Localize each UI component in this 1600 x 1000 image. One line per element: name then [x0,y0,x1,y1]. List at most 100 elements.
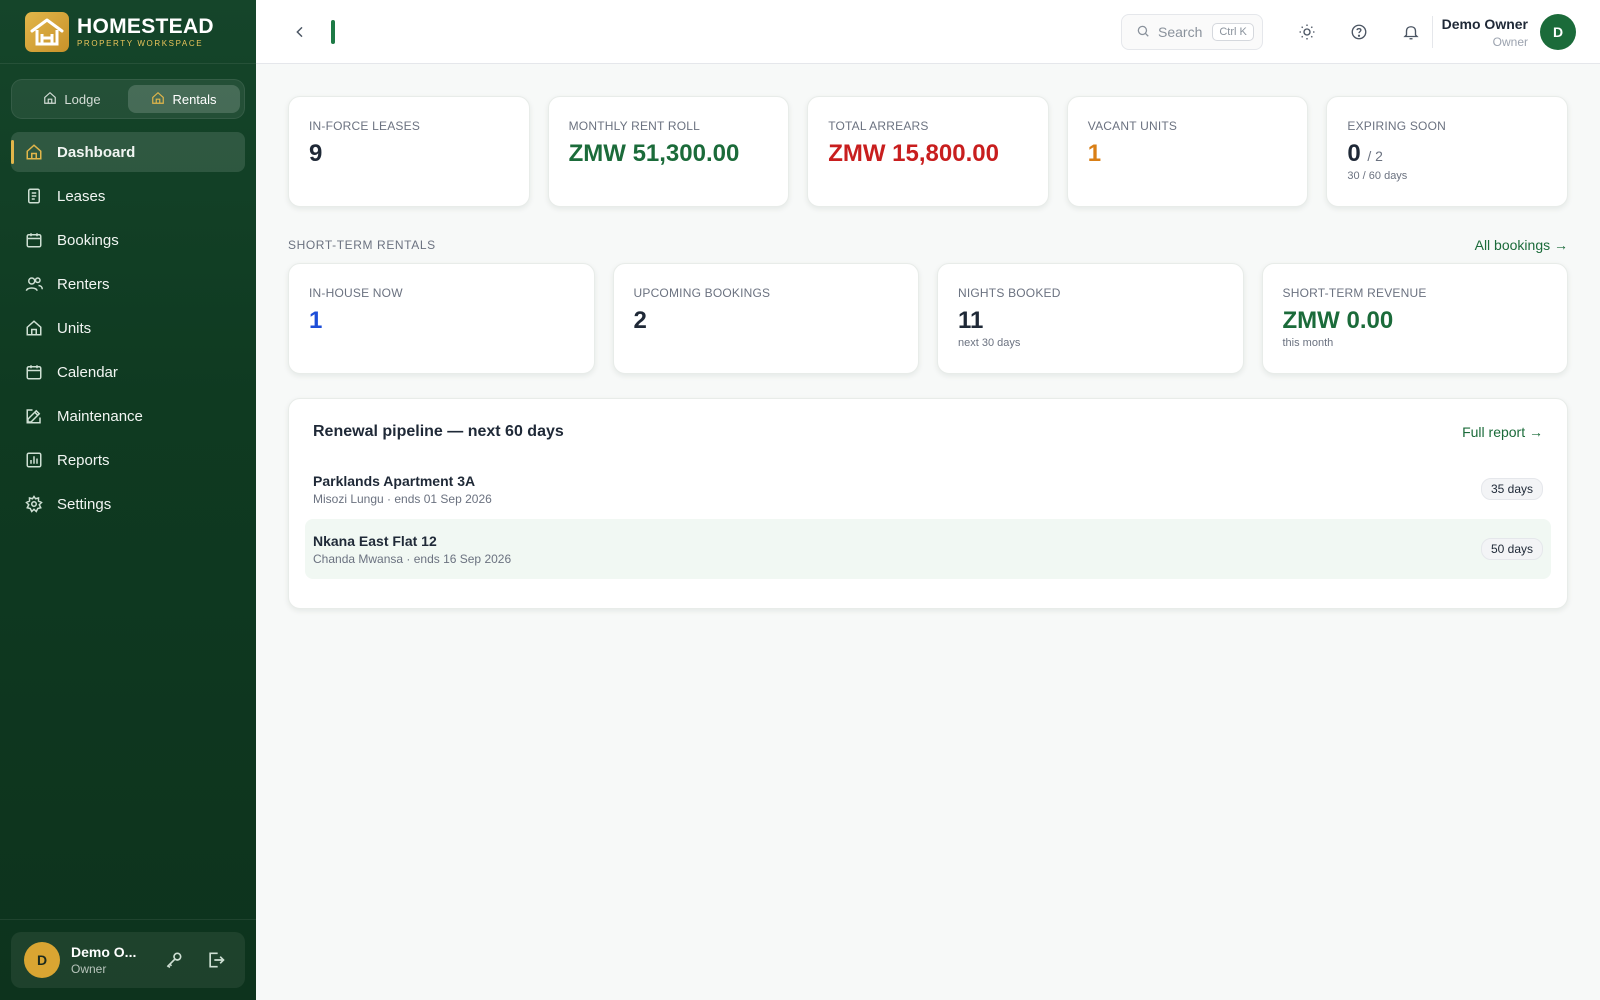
kpi-monthly-rent-roll[interactable]: MONTHLY RENT ROLL ZMW 51,300.00 [547,96,790,207]
sidebar-item-label: Reports [57,451,110,469]
chart-icon [25,451,43,469]
sidebar-item-maintenance[interactable]: Maintenance [11,396,245,436]
avatar[interactable]: D [1540,14,1576,50]
document-icon [25,187,43,205]
section-title: SHORT-TERM RENTALS [288,238,436,252]
topbar-user-name: Demo Owner [1441,16,1528,32]
kpi-in-house-now[interactable]: IN-HOUSE NOW 1 [288,263,595,374]
list-item[interactable]: Parklands Apartment 3A Misozi Lungu · en… [305,459,1551,519]
kpi-vacant-units[interactable]: VACANT UNITS 1 [1066,96,1309,207]
pipeline-list: Parklands Apartment 3A Misozi Lungu · en… [305,459,1551,579]
kpi-label: TOTAL ARREARS [828,119,929,133]
sidebar-item-units[interactable]: Units [11,308,245,348]
brand-name: HOMESTEAD [77,14,214,38]
users-icon [25,275,43,293]
sidebar-item-label: Leases [57,187,106,205]
chevron-left-icon[interactable] [288,20,312,44]
pipeline-item-meta: Chanda Mwansa · ends 16 Sep 2026 [313,551,512,566]
building-icon [25,319,43,337]
sidebar-user-name: Demo O... [71,944,137,960]
search-input[interactable]: Search Ctrl K [1121,14,1263,50]
all-bookings-link[interactable]: All bookings → [1475,237,1568,253]
sidebar-item-settings[interactable]: Settings [11,484,245,524]
page-accent-bar [331,20,335,44]
list-item[interactable]: Nkana East Flat 12 Chanda Mwansa · ends … [305,519,1551,579]
kpi-sub: this month [1282,337,1334,349]
sidebar-item-label: Units [57,319,92,337]
topbar-user[interactable]: Demo Owner Owner [1442,16,1528,49]
sidebar-item-reports[interactable]: Reports [11,440,245,480]
sidebar-item-label: Settings [57,495,112,513]
sidebar-item-leases[interactable]: Leases [11,176,245,216]
workspace-switcher: Lodge Rentals [11,79,245,119]
logout-icon[interactable] [201,945,231,975]
renewal-pipeline: Renewal pipeline — next 60 days Full rep… [288,398,1568,609]
homestead-logo-icon [25,11,69,52]
kpi-upcoming-bookings[interactable]: UPCOMING BOOKINGS 2 [612,263,919,374]
kpi-value: 0 [1347,140,1361,167]
kpi-label: SHORT-TERM REVENUE [1282,286,1427,300]
search-shortcut: Ctrl K [1212,23,1254,41]
gear-icon [25,495,43,513]
kpi-value-wrap: 0 / 2 [1347,140,1547,168]
switcher-rentals-label: Rentals [172,91,217,107]
pipeline-item-name: Nkana East Flat 12 [313,532,437,549]
switcher-lodge-label: Lodge [64,91,101,107]
home-icon [43,91,57,108]
sidebar-divider [0,919,256,920]
sidebar-item-label: Calendar [57,363,118,381]
brand-tagline: PROPERTY WORKSPACE [77,38,204,48]
kpi-sub: 30 / 60 days [1347,170,1408,182]
topbar-user-role: Owner [1492,35,1528,49]
kpi-label: NIGHTS BOOKED [958,286,1061,300]
sidebar-item-dashboard[interactable]: Dashboard [11,132,245,172]
calendar-icon [25,363,43,381]
topbar: Search Ctrl K Demo Owner Owner D [256,0,1600,64]
home-icon [25,143,43,161]
kpi-nights-booked[interactable]: NIGHTS BOOKED 11 next 30 days [937,263,1244,374]
kpi-value: 1 [1087,140,1102,167]
kpi-label: EXPIRING SOON [1347,119,1446,133]
kpi-label: IN-HOUSE NOW [309,286,403,300]
brand[interactable]: HOMESTEAD PROPERTY WORKSPACE [0,0,256,64]
switcher-lodge[interactable]: Lodge [16,85,128,113]
kpi-total-arrears[interactable]: TOTAL ARREARS ZMW 15,800.00 [807,96,1049,207]
kpi-value: ZMW 0.00 [1282,307,1394,334]
edit-icon [25,407,43,425]
kpi-value: 2 [633,307,647,334]
full-report-link[interactable]: Full report → [1462,424,1543,440]
sidebar-item-label: Dashboard [57,143,136,161]
sidebar-item-renters[interactable]: Renters [11,264,245,304]
sidebar-user-card: D Demo O... Owner [11,932,245,988]
status-badge: 35 days [1480,478,1543,500]
kpi-label: MONTHLY RENT ROLL [568,119,701,133]
sidebar-item-calendar[interactable]: Calendar [11,352,245,392]
switcher-rentals[interactable]: Rentals [128,85,240,113]
kpi-expiring-soon[interactable]: EXPIRING SOON 0 / 2 30 / 60 days [1326,96,1568,207]
key-icon[interactable] [159,945,189,975]
pipeline-item-meta: Misozi Lungu · ends 01 Sep 2026 [313,491,492,506]
sidebar-item-bookings[interactable]: Bookings [11,220,245,260]
sun-icon[interactable] [1295,20,1319,44]
sidebar: HOMESTEAD PROPERTY WORKSPACE Lodge Renta… [0,0,256,1000]
sidebar-user-role: Owner [71,962,107,976]
calendar-icon [25,231,43,249]
kpi-row: IN-FORCE LEASES 9 MONTHLY RENT ROLL ZMW … [288,96,1568,207]
kpi-sub: next 30 days [958,337,1021,349]
kpi-label: IN-FORCE LEASES [309,119,421,133]
bell-icon[interactable] [1399,20,1423,44]
short-term-header: SHORT-TERM RENTALS All bookings → [288,235,1568,255]
sidebar-item-label: Bookings [57,231,119,249]
kpi-value: 9 [309,140,323,167]
kpi-value: ZMW 15,800.00 [828,140,999,167]
kpi-short-term-revenue[interactable]: SHORT-TERM REVENUE ZMW 0.00 this month [1261,263,1568,374]
status-badge: 50 days [1480,538,1543,560]
search-placeholder: Search [1158,24,1203,40]
short-term-row: IN-HOUSE NOW 1 UPCOMING BOOKINGS 2 NIGHT… [288,263,1568,374]
help-icon[interactable] [1347,20,1371,44]
pipeline-title: Renewal pipeline — next 60 days [313,423,564,440]
kpi-in-force-leases[interactable]: IN-FORCE LEASES 9 [288,96,530,207]
avatar[interactable]: D [24,942,60,978]
home-icon [151,91,165,108]
kpi-value: ZMW 51,300.00 [568,140,740,167]
